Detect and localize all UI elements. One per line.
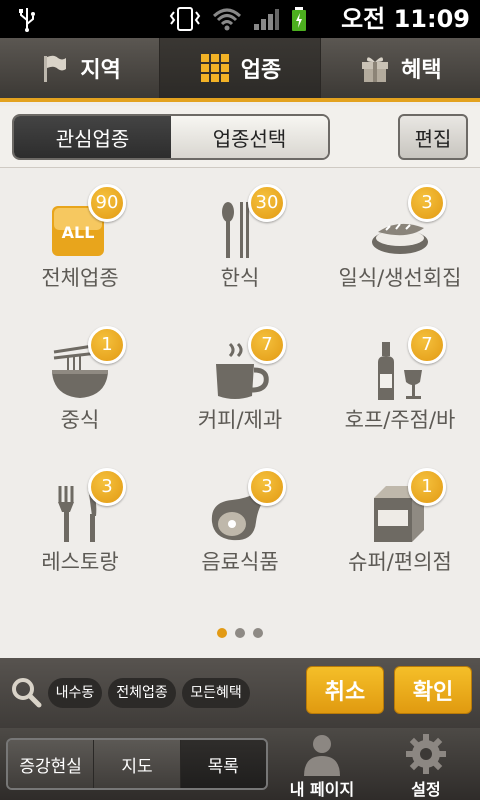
count-badge: 30 — [248, 184, 286, 222]
tab-benefits[interactable]: 혜택 — [321, 38, 480, 98]
gear-icon — [406, 734, 446, 774]
svg-text:ALL: ALL — [62, 223, 95, 242]
category-convenience[interactable]: 1 슈퍼/편의점 — [320, 462, 480, 604]
category-korean[interactable]: 30 한식 — [160, 178, 320, 320]
select-category-button[interactable]: 업종선택 — [171, 116, 328, 158]
category-label: 음료식품 — [201, 550, 279, 574]
wifi-icon — [212, 8, 242, 31]
status-bar: 오전 11:09 — [0, 0, 480, 38]
grid-icon — [200, 54, 229, 82]
person-icon — [304, 735, 340, 776]
filter-bar: 내수동 전체업종 모든혜택 취소 확인 — [0, 658, 480, 728]
bottom-bar: 증강현실 지도 목록 내 페이지 설정 — [0, 728, 480, 800]
category-japanese[interactable]: 3 일식/생선회집 — [320, 178, 480, 320]
category-coffee[interactable]: 7 커피/제과 — [160, 320, 320, 462]
category-label: 한식 — [220, 266, 260, 290]
vibrate-icon — [169, 7, 201, 31]
search-icon[interactable] — [10, 676, 42, 708]
category-label: 커피/제과 — [197, 408, 283, 432]
status-time: 오전 11:09 — [341, 5, 470, 33]
tab-region-label: 지역 — [80, 58, 121, 83]
category-restaurant[interactable]: 3 레스토랑 — [0, 462, 160, 604]
view-mode-segment: 증강현실 지도 목록 — [6, 738, 268, 790]
benefit-chip[interactable]: 모든혜택 — [182, 678, 250, 708]
category-chinese[interactable]: 1 중식 — [0, 320, 160, 462]
settings-button[interactable]: 설정 — [376, 732, 476, 800]
region-chip[interactable]: 내수동 — [48, 678, 102, 708]
category-mode-segment: 관심업종 업종선택 — [12, 114, 330, 160]
tab-business[interactable]: 업종 — [160, 38, 321, 98]
count-badge: 90 — [88, 184, 126, 222]
count-badge: 3 — [88, 468, 126, 506]
battery-icon — [292, 7, 306, 31]
count-badge: 1 — [408, 468, 446, 506]
count-badge: 1 — [88, 326, 126, 364]
count-badge: 7 — [248, 326, 286, 364]
tab-benefits-label: 혜택 — [401, 58, 442, 83]
mypage-label: 내 페이지 — [289, 780, 355, 799]
mypage-button[interactable]: 내 페이지 — [272, 732, 372, 800]
gift-icon — [362, 57, 389, 82]
category-label: 전체업종 — [41, 266, 119, 290]
category-label: 호프/주점/바 — [344, 408, 456, 432]
signal-icon — [254, 9, 279, 30]
category-label: 중식 — [60, 408, 100, 432]
category-label: 일식/생선회집 — [338, 266, 462, 290]
category-grid: ALL 90 전체업종 30 한식 3 일식/생선회집 1 중식 7 커피/제과… — [0, 178, 480, 598]
cancel-button[interactable]: 취소 — [306, 666, 384, 714]
usb-icon — [19, 8, 35, 32]
category-beverage-food[interactable]: 3 음료식품 — [160, 462, 320, 604]
settings-label: 설정 — [411, 780, 441, 799]
page-dot-3[interactable] — [253, 628, 263, 638]
count-badge: 7 — [408, 326, 446, 364]
edit-button[interactable]: 편집 — [398, 114, 468, 160]
ar-view-button[interactable]: 증강현실 — [8, 740, 95, 788]
category-label: 레스토랑 — [41, 550, 119, 574]
page-dot-1[interactable] — [217, 628, 227, 638]
category-chip[interactable]: 전체업종 — [108, 678, 176, 708]
flag-icon — [44, 55, 67, 82]
tab-business-label: 업종 — [240, 58, 282, 83]
confirm-button[interactable]: 확인 — [394, 666, 472, 714]
count-badge: 3 — [248, 468, 286, 506]
interest-category-button[interactable]: 관심업종 — [14, 116, 171, 158]
top-tabs: 지역 업종 혜택 — [0, 38, 480, 102]
category-label: 슈퍼/편의점 — [348, 550, 452, 574]
page-dot-2[interactable] — [235, 628, 245, 638]
category-mode-bar: 관심업종 업종선택 편집 — [0, 106, 480, 168]
category-pub[interactable]: 7 호프/주점/바 — [320, 320, 480, 462]
category-all[interactable]: ALL 90 전체업종 — [0, 178, 160, 320]
map-view-button[interactable]: 지도 — [94, 740, 181, 788]
list-view-button[interactable]: 목록 — [180, 740, 266, 788]
count-badge: 3 — [408, 184, 446, 222]
page-indicator — [0, 628, 480, 640]
tab-region[interactable]: 지역 — [0, 38, 161, 98]
